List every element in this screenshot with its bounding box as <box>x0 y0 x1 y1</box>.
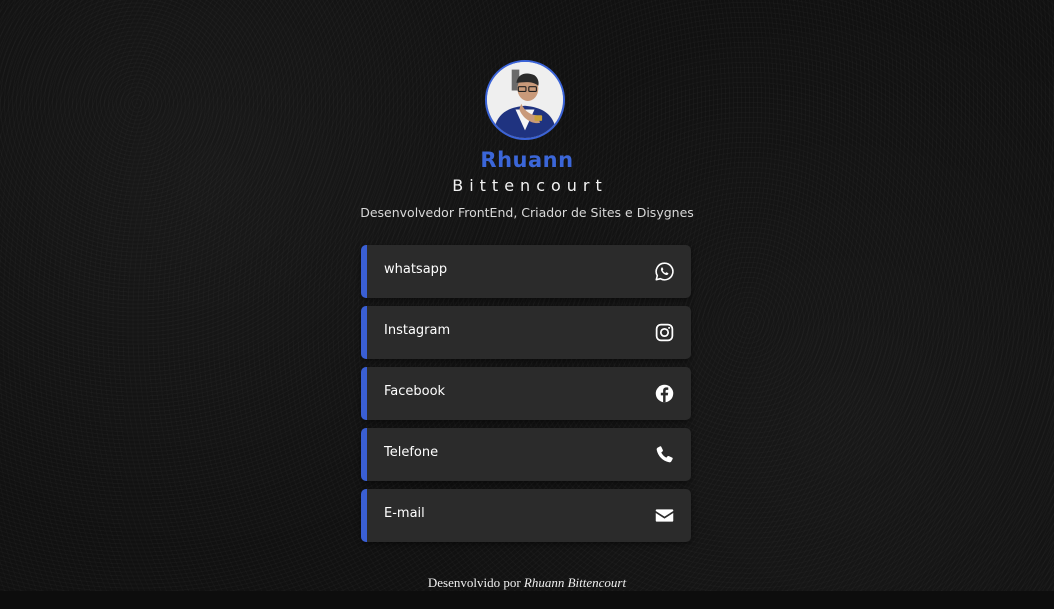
link-label: Telefone <box>384 445 439 460</box>
link-label: Facebook <box>384 384 446 399</box>
footer-prefix: Desenvolvido por <box>427 575 521 590</box>
footer: Desenvolvido por Rhuann Bittencourt <box>0 575 1054 591</box>
bottom-strip <box>0 591 1054 609</box>
envelope-icon <box>654 505 675 526</box>
profile-last-name: Bittencourt <box>452 176 608 195</box>
link-whatsapp[interactable]: whatsapp <box>361 245 691 298</box>
instagram-icon <box>654 322 675 343</box>
link-email[interactable]: E-mail <box>361 489 691 542</box>
link-label: E-mail <box>384 506 425 521</box>
footer-author: Rhuann Bittencourt <box>523 575 627 590</box>
phone-icon <box>654 444 675 465</box>
link-label: Instagram <box>384 323 451 338</box>
profile-first-name: Rhuann <box>480 148 574 172</box>
link-telefone[interactable]: Telefone <box>361 428 691 481</box>
link-facebook[interactable]: Facebook <box>361 367 691 420</box>
links-list: whatsapp Instagram Facebook Telefone E-m… <box>361 245 691 550</box>
link-label: whatsapp <box>384 262 448 277</box>
avatar <box>485 60 565 140</box>
profile-tagline: Desenvolvedor FrontEnd, Criador de Sites… <box>360 205 694 220</box>
whatsapp-icon <box>654 261 675 282</box>
avatar-photo <box>487 62 563 138</box>
link-instagram[interactable]: Instagram <box>361 306 691 359</box>
page: Rhuann Bittencourt Desenvolvedor FrontEn… <box>0 0 1054 609</box>
facebook-icon <box>654 383 675 404</box>
